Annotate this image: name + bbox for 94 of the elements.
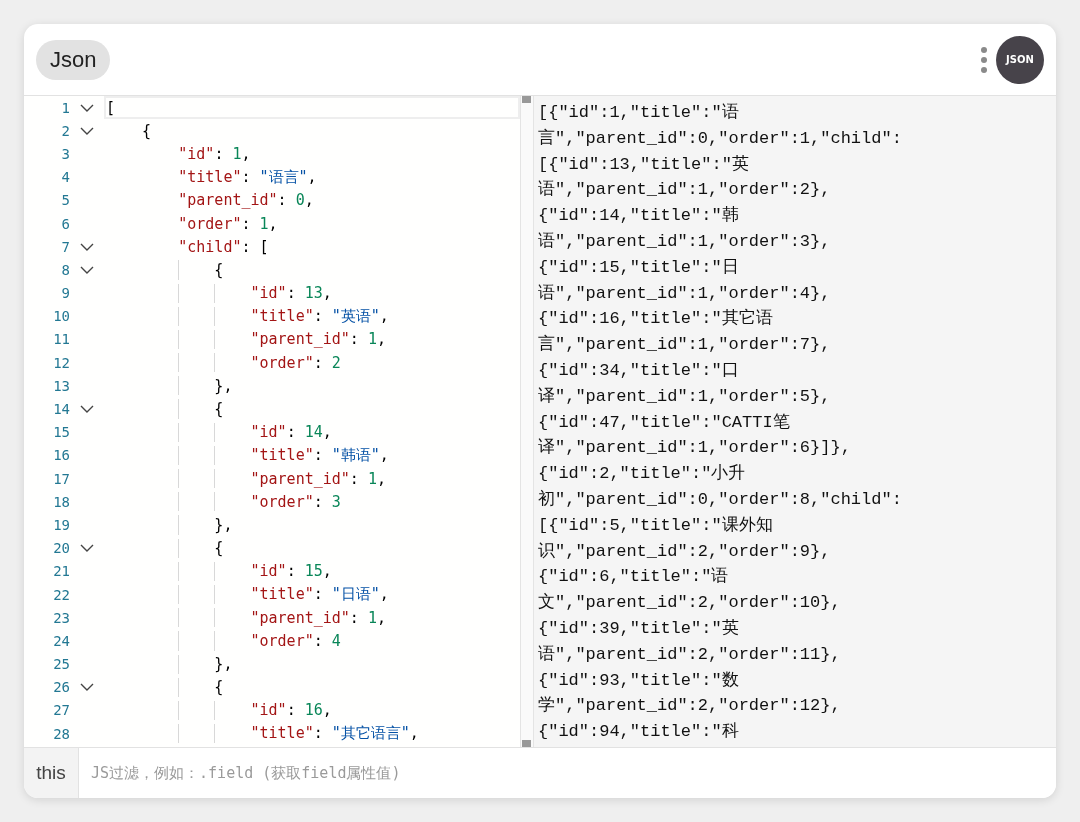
code-line: "order": 2	[249, 353, 341, 372]
output-line: 学","parent_id":2,"order":12},	[538, 695, 842, 718]
code-line: "title": "其它语言",	[249, 724, 419, 744]
code-line: },	[213, 376, 233, 395]
json-button[interactable]: Json	[36, 39, 111, 80]
output-line: [{"id":1,"title":"语	[538, 102, 740, 124]
output-line: 言","parent_id":1,"order":7},	[538, 333, 832, 357]
code-line: },	[213, 655, 233, 674]
line-number: 12	[52, 354, 70, 371]
line-number: 4	[60, 169, 70, 186]
line-number: 24	[52, 632, 70, 649]
code-line: "id": 15,	[249, 562, 332, 581]
code-line: "title": "英语",	[249, 306, 389, 326]
code-line: "title": "语言",	[177, 167, 317, 187]
output-line: 识","parent_id":2,"order":9},	[538, 540, 832, 563]
code-line: {	[213, 260, 224, 279]
line-number: 19	[52, 516, 70, 533]
output-line: 译","parent_id":1,"order":6}]},	[538, 437, 852, 460]
line-number: 28	[52, 725, 70, 742]
line-number: 17	[52, 470, 70, 487]
chevron-down-icon[interactable]	[80, 683, 94, 692]
line-number: 18	[52, 493, 70, 510]
line-number: 20	[52, 540, 70, 557]
line-number: 2	[60, 122, 70, 139]
code-line: "order": 4	[249, 631, 341, 650]
line-number: 8	[60, 261, 70, 278]
output-line: 文","parent_id":2,"order":10},	[538, 592, 842, 615]
code-line: "title": "日语",	[249, 585, 389, 605]
code-line: "order": 3	[249, 492, 341, 511]
output-line: {"id":14,"title":"韩	[538, 205, 740, 228]
output-line: {"id":6,"title":"语	[538, 566, 730, 589]
output-line: 言","parent_id":0,"order":1,"child":	[538, 127, 903, 150]
line-number: 1	[60, 99, 70, 116]
chevron-down-icon[interactable]	[80, 405, 94, 414]
line-number: 5	[60, 192, 70, 209]
code-line: [	[106, 98, 116, 117]
output-line: 初","parent_id":0,"order":8,"child":	[538, 488, 903, 511]
output-line: [{"id":13,"title":"英	[538, 153, 750, 176]
chevron-down-icon[interactable]	[80, 544, 94, 553]
line-number: 23	[52, 609, 70, 626]
output-line: {"id":39,"title":"英	[538, 617, 740, 640]
line-number: 11	[52, 331, 70, 348]
code-line: {	[213, 678, 224, 697]
line-number: 26	[52, 679, 70, 696]
output-line: [{"id":5,"title":"课外知	[538, 514, 774, 537]
line-number: 7	[60, 238, 70, 255]
chevron-down-icon[interactable]	[80, 103, 94, 112]
line-number: 14	[52, 401, 70, 418]
code-line: "title": "韩语",	[249, 445, 389, 465]
line-number: 6	[60, 215, 70, 232]
more-options-icon[interactable]	[980, 45, 988, 74]
line-number: 3	[60, 145, 70, 162]
output-line: {"id":47,"title":"CATTI笔	[538, 411, 791, 434]
output-line: 译","parent_id":1,"order":5},	[538, 385, 832, 408]
line-number: 9	[60, 285, 70, 302]
code-line: "parent_id": 1,	[249, 469, 386, 488]
code-line: },	[213, 515, 233, 534]
code-line: {	[141, 121, 152, 140]
line-number: 16	[52, 447, 70, 464]
code-line: "parent_id": 1,	[249, 330, 386, 349]
code-line: "child": [	[177, 237, 269, 256]
output-line: {"id":15,"title":"日	[538, 256, 740, 279]
output-line: {"id":16,"title":"其它语	[538, 307, 774, 331]
code-line: "id": 1,	[177, 144, 251, 163]
output-line: 语","parent_id":2,"order":11},	[538, 643, 842, 666]
output-line: 语","parent_id":1,"order":2},	[538, 179, 832, 202]
json-logo[interactable]: JSON	[996, 35, 1044, 84]
output-line: 语","parent_id":1,"order":4},	[538, 282, 832, 305]
code-line: {	[213, 539, 224, 558]
code-line: {	[213, 400, 224, 419]
line-number: 21	[52, 563, 70, 580]
output-line: {"id":93,"title":"数	[538, 669, 740, 692]
output-line: {"id":2,"title":"小升	[538, 463, 747, 486]
line-number: 15	[52, 424, 70, 441]
scrollbar[interactable]	[520, 96, 533, 747]
code-line: "order": 1,	[177, 214, 278, 233]
output-line: {"id":94,"title":"科	[538, 721, 740, 744]
line-number: 22	[52, 586, 70, 603]
output-line: {"id":34,"title":"口	[538, 359, 740, 382]
filter-field[interactable]: JS过滤，例如：.field (获取field属性值)	[79, 748, 1056, 798]
line-number: 13	[52, 377, 70, 394]
code-line: "parent_id": 0,	[177, 191, 314, 210]
line-number: 25	[52, 656, 70, 673]
code-line: "id": 16,	[249, 701, 332, 720]
chevron-down-icon[interactable]	[80, 242, 94, 251]
output-line: 语","parent_id":1,"order":3},	[538, 231, 832, 253]
line-number: 27	[52, 702, 70, 719]
line-number: 10	[52, 308, 70, 325]
code-line: "id": 14,	[249, 423, 332, 442]
context-label: this	[24, 748, 79, 798]
chevron-down-icon[interactable]	[80, 126, 94, 135]
code-line: "parent_id": 1,	[249, 608, 386, 627]
code-line: "id": 13,	[249, 284, 332, 303]
chevron-down-icon[interactable]	[80, 265, 94, 274]
